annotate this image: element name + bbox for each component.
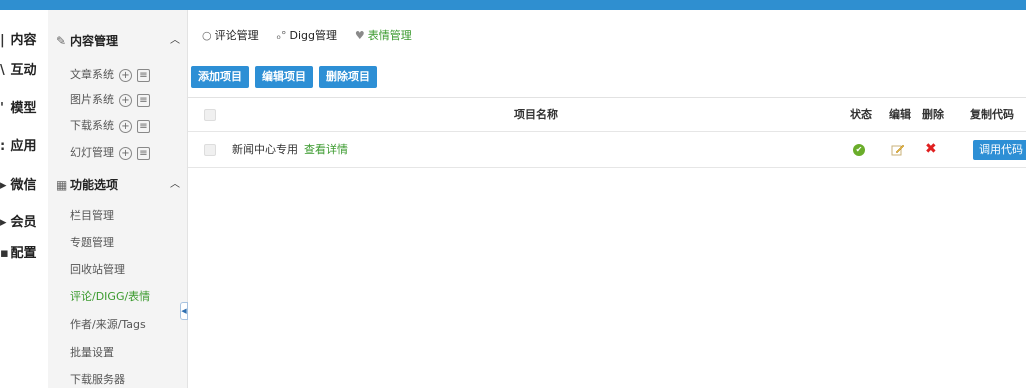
section-header-content[interactable]: ✎ 内容管理 ︿	[56, 29, 184, 53]
module-label: 配置	[10, 246, 37, 261]
comment-icon: ○	[202, 29, 212, 42]
module-item-member[interactable]: ▸ 会员	[0, 208, 48, 238]
collapse-sidebar-toggle[interactable]: ◀	[180, 302, 188, 320]
column-header-name: 项目名称	[514, 108, 558, 121]
row-checkbox[interactable]	[204, 144, 216, 156]
section-title: 内容管理	[70, 34, 119, 48]
tab-bar: ○ 评论管理 ₒ° Digg管理 ♥ 表情管理	[202, 26, 426, 44]
module-label: 模型	[10, 101, 37, 116]
chevron-up-icon[interactable]: ︿	[170, 29, 180, 53]
tab-comment[interactable]: ○ 评论管理	[202, 27, 259, 45]
content-icon: |	[0, 33, 5, 48]
submenu-item-comment-digg[interactable]: 评论/DIGG/表情	[70, 287, 150, 307]
tab-digg[interactable]: ₒ° Digg管理	[276, 27, 337, 45]
add-circle-icon[interactable]: +	[119, 146, 132, 160]
edit-item-button[interactable]: 编辑项目	[255, 66, 313, 88]
table-row: 新闻中心专用 查看详情 ✔ ✖ 调用代码	[188, 132, 1026, 168]
clipboard-icon[interactable]: ≡	[137, 146, 150, 160]
wechat-icon: ▸	[0, 178, 7, 193]
submenu-item-columns[interactable]: 栏目管理	[70, 206, 114, 226]
heart-icon: ♥	[354, 29, 365, 42]
submenu-panel: ✎ 内容管理 ︿ 文章系统 + ≡ 图片系统 + ≡ 下载系统 + ≡ 幻灯管理 + ≡ ▦ 功能选…	[48, 10, 188, 388]
submenu-item-batch[interactable]: 批量设置	[70, 343, 114, 363]
call-code-button[interactable]: 调用代码	[973, 140, 1026, 160]
module-item-wechat[interactable]: ▸ 微信	[0, 171, 48, 201]
view-detail-link[interactable]: 查看详情	[304, 143, 348, 156]
delete-item-button[interactable]: 删除项目	[319, 66, 377, 88]
submenu-item-label: 文章系统	[70, 68, 114, 81]
toolbar: 添加项目 编辑项目 删除项目	[191, 66, 383, 88]
module-label: 微信	[10, 178, 37, 193]
main-content: ○ 评论管理 ₒ° Digg管理 ♥ 表情管理 添加项目 编辑项目 删除项目 项目名称 状…	[188, 10, 1026, 388]
submenu-item-download[interactable]: 下载系统 + ≡	[70, 116, 150, 136]
column-header-delete: 删除	[922, 108, 944, 121]
select-all-checkbox[interactable]	[204, 109, 216, 121]
module-label: 会员	[10, 215, 37, 230]
grid-icon: ▦	[56, 178, 68, 192]
submenu-item-topics[interactable]: 专题管理	[70, 233, 114, 253]
item-name-cell: 新闻中心专用 查看详情	[232, 132, 348, 168]
item-name: 新闻中心专用	[232, 143, 298, 156]
submenu-item-recycle[interactable]: 回收站管理	[70, 260, 125, 280]
module-item-config[interactable]: ▪ 配置	[0, 239, 48, 269]
add-circle-icon[interactable]: +	[119, 93, 132, 107]
chevron-up-icon[interactable]: ︿	[170, 173, 180, 197]
submenu-item-slideshow[interactable]: 幻灯管理 + ≡	[70, 143, 150, 163]
submenu-item-author-source[interactable]: 作者/来源/Tags	[70, 315, 146, 335]
top-header-bar	[0, 0, 1026, 10]
clipboard-icon[interactable]: ≡	[137, 93, 150, 107]
config-icon: ▪	[0, 246, 9, 261]
section-title: 功能选项	[70, 178, 119, 192]
submenu-item-label: 幻灯管理	[70, 146, 114, 159]
add-circle-icon[interactable]: +	[119, 119, 132, 133]
add-circle-icon[interactable]: +	[119, 68, 132, 82]
clipboard-icon[interactable]: ≡	[137, 119, 150, 133]
items-table: 项目名称 状态 编辑 删除 复制代码 新闻中心专用 查看详情 ✔ ✖ 调用代码	[188, 97, 1026, 168]
tab-label: Digg管理	[289, 29, 338, 42]
module-label: 互动	[10, 63, 37, 78]
clipboard-icon[interactable]: ≡	[137, 68, 150, 82]
pen-icon: ✎	[56, 34, 67, 48]
edit-icon[interactable]	[891, 144, 905, 156]
module-label: 应用	[10, 139, 37, 154]
module-item-content[interactable]: | 内容	[0, 26, 48, 56]
submenu-item-image[interactable]: 图片系统 + ≡	[70, 90, 150, 110]
member-icon: ▸	[0, 215, 7, 230]
section-header-function[interactable]: ▦ 功能选项 ︿	[56, 173, 184, 197]
module-label: 内容	[10, 33, 37, 48]
column-header-edit: 编辑	[889, 108, 911, 121]
submenu-item-label: 下载系统	[70, 119, 114, 132]
status-enabled-icon[interactable]: ✔	[853, 144, 865, 156]
table-header: 项目名称 状态 编辑 删除 复制代码	[188, 98, 1026, 132]
module-nav: | 内容 \ 互动 ' 模型 : 应用 ▸ 微信 ▸ 会员 ▪ 配置	[0, 10, 48, 388]
interact-icon: \	[0, 63, 5, 78]
module-item-interact[interactable]: \ 互动	[0, 56, 48, 86]
digg-icon: ₒ°	[276, 29, 287, 42]
tab-label: 表情管理	[367, 29, 412, 42]
tab-label: 评论管理	[214, 29, 259, 42]
submenu-item-label: 图片系统	[70, 93, 114, 106]
add-item-button[interactable]: 添加项目	[191, 66, 249, 88]
delete-icon[interactable]: ✖	[925, 141, 937, 157]
tab-emoticon[interactable]: ♥ 表情管理	[355, 27, 412, 45]
module-item-app[interactable]: : 应用	[0, 132, 48, 162]
submenu-item-download-server[interactable]: 下载服务器	[70, 370, 125, 388]
model-icon: '	[0, 101, 4, 116]
app-icon: :	[0, 139, 6, 154]
submenu-item-article[interactable]: 文章系统 + ≡	[70, 65, 150, 85]
column-header-copy: 复制代码	[970, 108, 1014, 121]
module-item-model[interactable]: ' 模型	[0, 94, 48, 124]
column-header-status: 状态	[850, 108, 872, 121]
